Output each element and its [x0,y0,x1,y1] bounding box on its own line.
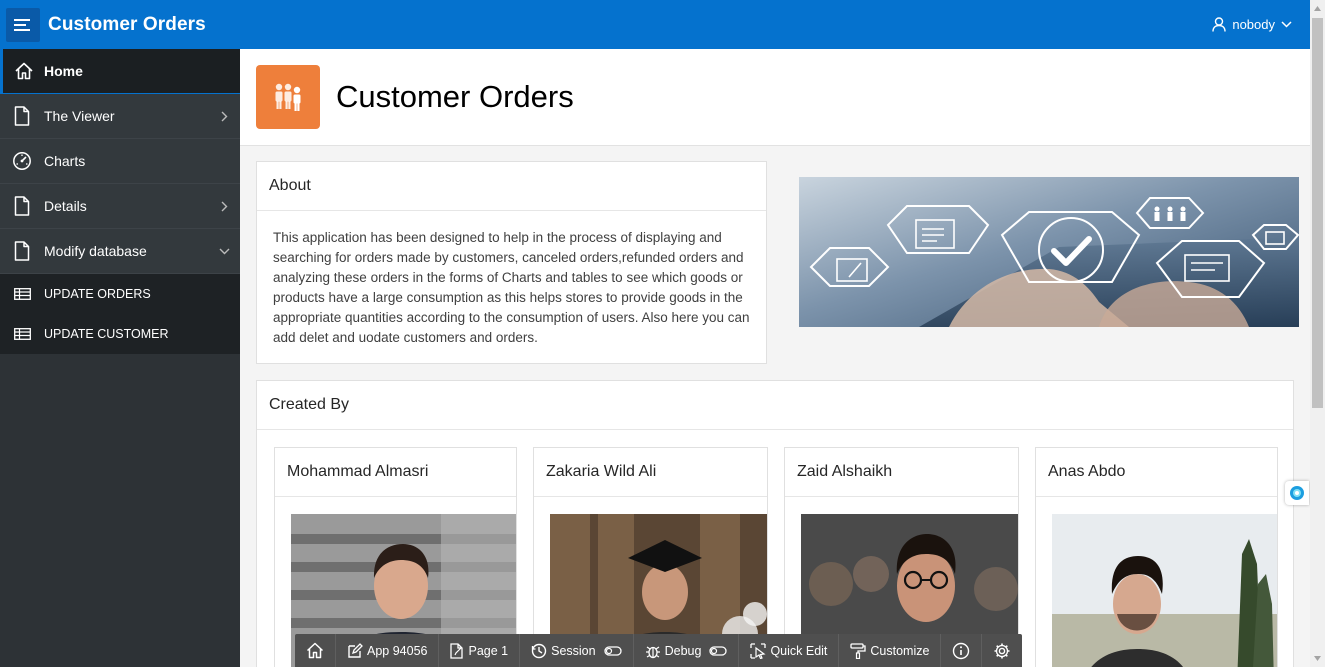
sidebar-item-the-viewer[interactable]: The Viewer [0,94,240,139]
devbar-customize-button[interactable]: Customize [839,634,942,667]
home-icon [306,642,324,659]
page-scrollbar[interactable] [1310,0,1325,667]
file-icon [0,106,44,126]
devbar-home-button[interactable] [295,634,336,667]
file-icon [0,196,44,216]
scroll-down-button[interactable] [1310,650,1325,667]
edit-icon [348,642,363,658]
user-menu[interactable]: nobody [1212,0,1292,49]
assistant-icon [1290,486,1304,500]
devbar-customize-label: Customize [870,643,930,658]
menu-toggle-button[interactable] [6,7,40,42]
user-icon [1212,17,1227,32]
table-icon [0,328,44,340]
sidebar-item-label: Details [44,198,87,214]
creator-photo [1052,514,1277,667]
file-icon [0,241,44,261]
sidebar-item-label: Home [44,63,83,79]
home-icon [3,61,44,81]
devbar-session-button[interactable]: Session [520,634,634,667]
creator-name: Zakaria Wild Ali [534,448,767,497]
creator-name: Anas Abdo [1036,448,1277,497]
sidebar-subitem-update-customer[interactable]: UPDATE CUSTOMER [0,314,240,354]
bug-icon [645,646,660,658]
chevron-down-icon [1281,21,1292,28]
devbar-quick-edit-button[interactable]: Quick Edit [739,634,840,667]
sidebar-subitem-update-orders[interactable]: UPDATE ORDERS [0,274,240,314]
user-name: nobody [1232,17,1275,32]
people-icon [256,65,320,129]
top-header: Customer Orders nobody [0,0,1310,49]
sidebar-item-label: Modify database [44,243,147,259]
devbar-page-button[interactable]: Page 1 [439,634,521,667]
floating-assistant-button[interactable] [1285,481,1309,505]
devbar-settings-button[interactable] [982,634,1022,667]
page-title: Customer Orders [336,79,574,114]
session-icon [531,643,547,658]
devbar-debug-button[interactable]: Debug [634,634,740,667]
devbar-debug-label: Debug [664,643,702,658]
created-by-region-title: Created By [257,381,1293,430]
created-by-region: Created By Mohammad Almasri Zakaria Wild… [256,380,1294,667]
page-edit-icon [450,642,464,659]
about-text: This application has been designed to he… [273,230,750,345]
devbar-info-button[interactable] [941,634,983,667]
table-icon [0,288,44,300]
sidebar-nav: Home The Viewer Charts Details Modify da… [0,49,240,667]
sidebar-subitem-label: UPDATE CUSTOMER [44,327,169,341]
creator-name: Zaid Alshaikh [785,448,1018,497]
about-region: About This application has been designed… [256,161,767,364]
creator-card: Anas Abdo [1035,447,1278,667]
sidebar-item-details[interactable]: Details [0,184,240,229]
cursor-select-icon [750,642,767,659]
chevron-right-icon[interactable] [208,201,240,212]
sidebar-item-label: The Viewer [44,108,115,124]
hero-region: Customer Orders [240,49,1310,146]
banner-image [799,177,1299,327]
scroll-up-button[interactable] [1310,0,1325,17]
devbar-page-label: Page 1 [468,643,509,658]
sidebar-item-modify-database[interactable]: Modify database [0,229,240,274]
toggle-icon [709,645,728,656]
scrollbar-thumb[interactable] [1312,18,1323,408]
developer-toolbar: App 94056 Page 1 Session Debug Quick Edi… [295,634,1023,667]
devbar-session-label: Session [551,643,596,658]
app-title[interactable]: Customer Orders [48,14,206,36]
about-region-title: About [257,162,766,211]
chevron-down-icon[interactable] [208,248,240,255]
gauge-icon [0,151,44,171]
info-icon [953,642,970,659]
devbar-quick-edit-label: Quick Edit [770,643,828,658]
sidebar-subitem-label: UPDATE ORDERS [44,287,151,301]
sidebar-item-charts[interactable]: Charts [0,139,240,184]
main-content: Customer Orders About This application h… [240,49,1310,667]
sidebar-item-label: Charts [44,153,86,169]
devbar-app-label: App 94056 [367,643,428,658]
gear-icon [994,643,1010,658]
chevron-right-icon[interactable] [208,111,240,122]
paint-roller-icon [850,642,867,659]
devbar-app-button[interactable]: App 94056 [336,634,440,667]
sidebar-item-home[interactable]: Home [0,49,240,94]
hamburger-icon [14,18,30,31]
creator-name: Mohammad Almasri [275,448,516,497]
toggle-icon [603,645,622,656]
